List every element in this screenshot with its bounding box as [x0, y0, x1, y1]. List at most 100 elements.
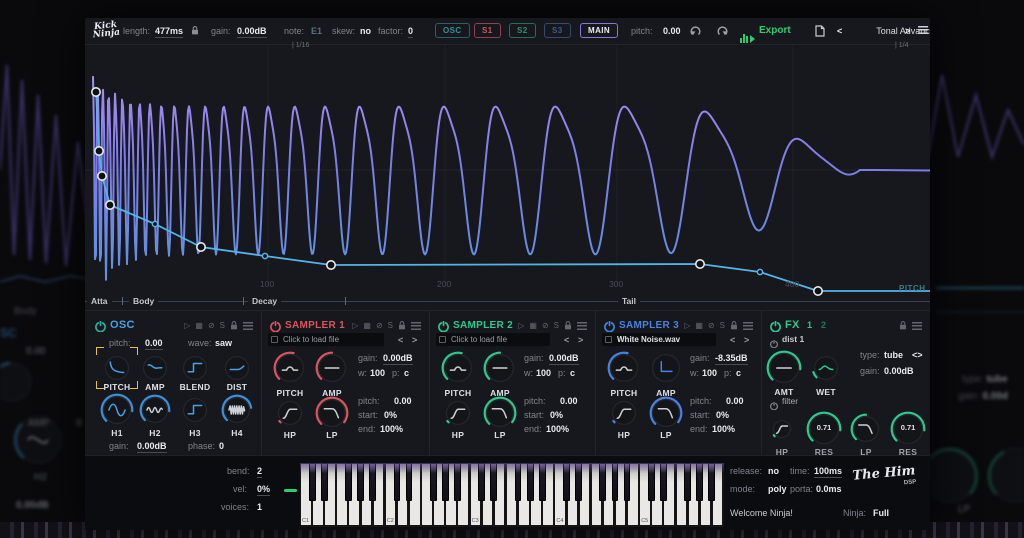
piano-key-black[interactable]	[309, 463, 316, 501]
sampler1-file-slot[interactable]: Click to load file	[268, 333, 384, 346]
waveform-display[interactable]: PITCH 100200300400	[85, 18, 930, 310]
piano-roll-icon[interactable]: ▦	[695, 322, 703, 330]
piano-key-black[interactable]	[527, 463, 534, 501]
lock-icon[interactable]	[230, 321, 238, 330]
osc-h2-knob[interactable]	[139, 394, 171, 426]
phase-invert-icon[interactable]: ⊘	[708, 322, 715, 330]
sampler2-amp-knob[interactable]	[483, 351, 517, 385]
piano-key-black[interactable]	[660, 463, 667, 501]
sampler3-file-slot[interactable]: White Noise.wav	[602, 333, 716, 346]
fx-type-value[interactable]: tube	[884, 350, 903, 360]
piano-keyboard[interactable]: C1C2C3C4C5	[300, 463, 724, 527]
file-next-button[interactable]: >	[744, 335, 749, 345]
filter-power-icon[interactable]	[770, 397, 778, 415]
voices-value[interactable]: 1	[257, 502, 262, 512]
fx-gain-value[interactable]: 0.00dB	[884, 366, 914, 376]
start-value[interactable]: 0%	[384, 410, 397, 420]
region-decay[interactable]: Decay	[248, 296, 281, 306]
vel-indicator[interactable]	[284, 489, 297, 492]
piano-key-black[interactable]	[394, 463, 401, 501]
lock-icon[interactable]	[398, 321, 406, 330]
fx-type-arrows[interactable]: <>	[912, 350, 923, 360]
gain-value[interactable]: 0.00dB	[549, 353, 579, 365]
vel-value[interactable]: 0%	[257, 484, 270, 496]
gain-value[interactable]: -8.35dB	[715, 353, 748, 365]
fx-tab-1[interactable]: 1	[807, 320, 812, 330]
pitch-value[interactable]: 0.00	[560, 396, 578, 406]
sampler1-lp-knob[interactable]	[315, 396, 349, 430]
module-menu-icon[interactable]	[411, 322, 421, 330]
envelope-point[interactable]	[95, 147, 103, 155]
envelope-point[interactable]	[152, 221, 157, 226]
piano-key-black[interactable]	[539, 463, 546, 501]
file-prev-button[interactable]: <	[564, 335, 569, 345]
phase-invert-icon[interactable]: ⊘	[376, 322, 383, 330]
time-value[interactable]: 100ms	[814, 466, 842, 478]
piano-key-black[interactable]	[648, 463, 655, 501]
region-marker[interactable]	[122, 297, 123, 305]
waveform-svg[interactable]	[85, 18, 930, 310]
end-value[interactable]: 100%	[546, 424, 569, 434]
piano-key-black[interactable]	[430, 463, 437, 501]
end-value[interactable]: 100%	[380, 424, 403, 434]
filter-res1-knob[interactable]: 0.71	[806, 411, 842, 447]
fx-tab-2[interactable]: 2	[821, 320, 826, 330]
osc-phase-value[interactable]: 0	[219, 441, 224, 451]
osc-wave-value[interactable]: saw	[215, 338, 232, 348]
p-value[interactable]: c	[404, 368, 409, 378]
start-value[interactable]: 0%	[550, 410, 563, 420]
sampler1-pitch-knob[interactable]	[273, 351, 307, 385]
region-marker[interactable]	[345, 297, 346, 305]
solo-icon[interactable]: S	[388, 322, 393, 330]
osc-gain-value[interactable]: 0.00dB	[137, 441, 167, 453]
file-prev-button[interactable]: <	[730, 335, 735, 345]
sampler3-lp-knob[interactable]	[649, 396, 683, 430]
sampler1-hp-knob[interactable]	[275, 398, 305, 428]
sampler3-hp-knob[interactable]	[609, 398, 639, 428]
filter-res2-knob[interactable]: 0.71	[890, 411, 926, 447]
p-value[interactable]: c	[570, 368, 575, 378]
region-body[interactable]: Body	[129, 296, 158, 306]
piano-key-black[interactable]	[442, 463, 449, 501]
region-tail[interactable]: Tail	[618, 296, 640, 306]
piano-key-black[interactable]	[684, 463, 691, 501]
piano-key-black[interactable]	[612, 463, 619, 501]
sampler2-lp-knob[interactable]	[483, 396, 517, 430]
filter-lp-knob[interactable]	[850, 413, 882, 445]
fx-wet-knob[interactable]	[811, 353, 841, 383]
w-value[interactable]: 100	[702, 368, 717, 378]
envelope-point[interactable]	[262, 253, 267, 258]
sampler2-hp-knob[interactable]	[443, 398, 473, 428]
piano-key-black[interactable]	[708, 463, 715, 501]
piano-key-black[interactable]	[696, 463, 703, 501]
osc-power-icon[interactable]	[95, 319, 106, 337]
lock-icon[interactable]	[564, 321, 572, 330]
porta-value[interactable]: 0.0ms	[816, 484, 842, 494]
sampler3-pitch-knob[interactable]	[607, 351, 641, 385]
solo-icon[interactable]: S	[554, 322, 559, 330]
mode-value[interactable]: poly	[768, 484, 787, 494]
phase-invert-icon[interactable]: ⊘	[542, 322, 549, 330]
play-icon[interactable]: ▷	[184, 322, 190, 330]
piano-key-black[interactable]	[515, 463, 522, 501]
w-value[interactable]: 100	[536, 368, 551, 378]
osc-pitch-env-knob[interactable]	[102, 353, 132, 383]
osc-amp-env-knob[interactable]	[140, 353, 170, 383]
envelope-point[interactable]	[696, 260, 704, 268]
piano-key-black[interactable]	[345, 463, 352, 501]
start-value[interactable]: 0%	[716, 410, 729, 420]
piano-key-black[interactable]	[369, 463, 376, 501]
fx-amt-knob[interactable]	[766, 350, 802, 386]
osc-h1-knob[interactable]	[100, 393, 134, 427]
module-menu-icon[interactable]	[243, 322, 253, 330]
region-attack[interactable]: Atta	[87, 296, 112, 306]
region-ruler[interactable]: Atta Body Decay Tail	[85, 294, 930, 309]
osc-h3-knob[interactable]	[180, 395, 210, 425]
sampler2-pitch-knob[interactable]	[441, 351, 475, 385]
envelope-point[interactable]	[197, 243, 205, 251]
piano-key-black[interactable]	[357, 463, 364, 501]
phase-invert-icon[interactable]: ⊘	[208, 322, 215, 330]
piano-key-black[interactable]	[575, 463, 582, 501]
osc-dist-env-knob[interactable]	[222, 353, 252, 383]
sampler3-amp-knob[interactable]	[649, 351, 683, 385]
